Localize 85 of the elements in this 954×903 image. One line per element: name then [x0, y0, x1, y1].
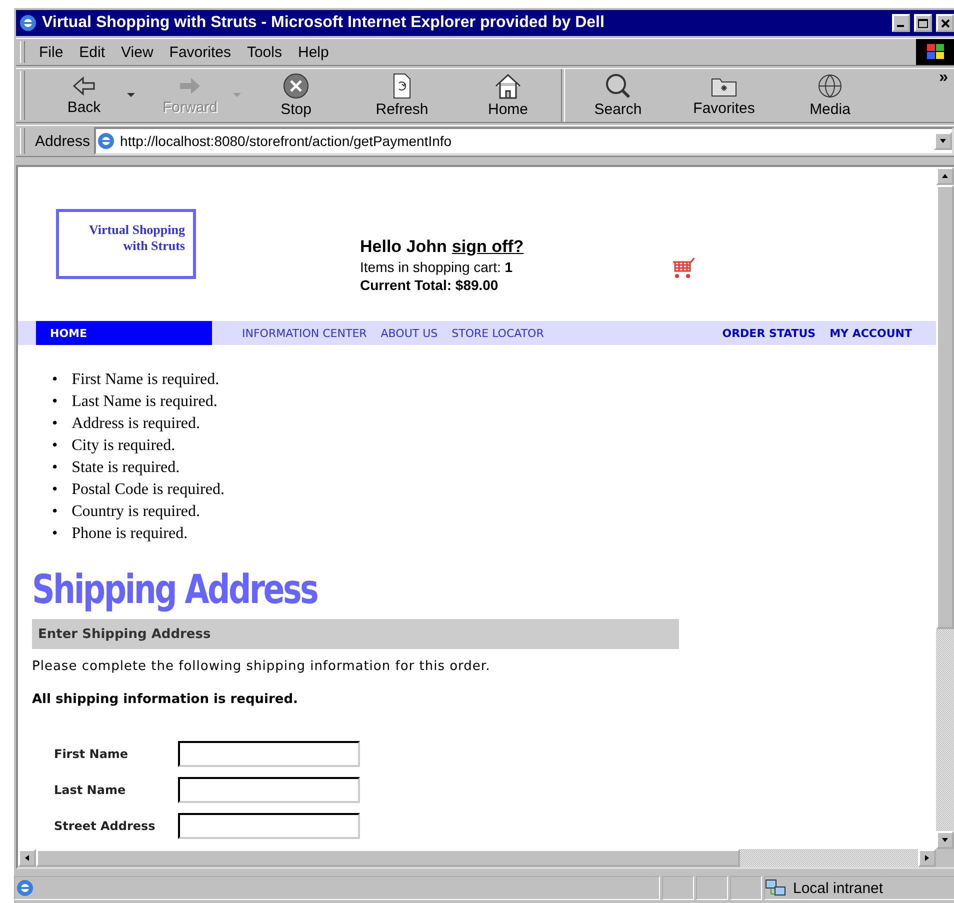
network-icon: [765, 878, 787, 898]
toolbar-button[interactable]: Back: [31, 71, 137, 120]
right-arrow-icon: [923, 854, 931, 862]
address-field[interactable]: http://localhost:8080/storefront/action/getPaymentInfo: [94, 127, 954, 155]
intro-text: Please complete the following shipping information for this order.: [32, 659, 492, 674]
status-panel: [730, 876, 762, 900]
more-chevron[interactable]: »: [939, 69, 948, 87]
text-input[interactable]: [178, 741, 360, 767]
section-header: Enter Shipping Address: [32, 619, 679, 649]
toolbar-button[interactable]: Media: [777, 69, 883, 122]
bullet: •: [52, 524, 58, 544]
stop-icon: [283, 73, 309, 99]
field-label: First Name: [54, 747, 130, 761]
toolbar-button[interactable]: Favorites: [671, 70, 777, 121]
error-message: City is required.: [72, 436, 176, 456]
error-message: Last Name is required.: [72, 392, 218, 412]
toolbar-button[interactable]: Refresh: [349, 69, 455, 122]
browser-logo-icon: [18, 13, 38, 33]
horizontal-scrollbar[interactable]: [18, 849, 936, 867]
nav-tab[interactable]: HOME: [36, 321, 212, 345]
text-input[interactable]: [178, 777, 360, 803]
windows-logo-icon: [916, 39, 954, 65]
status-panel: [696, 876, 728, 900]
close-button[interactable]: [936, 14, 954, 32]
bullet: •: [52, 480, 58, 500]
required-note: All shipping information is required.: [32, 692, 299, 707]
left-arrow-icon: [71, 75, 97, 97]
greeting: Hello John: [360, 237, 447, 257]
bullet: •: [52, 370, 58, 390]
search-icon: [604, 73, 632, 99]
error-message: Phone is required.: [72, 524, 188, 544]
vertical-scrollbar[interactable]: [936, 167, 954, 849]
error-message: First Name is required.: [72, 370, 220, 390]
bullet: •: [52, 392, 58, 412]
maximize-icon: [918, 18, 928, 28]
toolbar-button[interactable]: Search: [565, 69, 671, 122]
dropdown-button[interactable]: [934, 132, 952, 150]
menu-item[interactable]: View: [113, 40, 162, 64]
status-panel: [662, 876, 694, 900]
caret-icon[interactable]: [127, 93, 135, 98]
menu-item[interactable]: Favorites: [161, 40, 239, 64]
bullet: •: [52, 458, 58, 478]
down-arrow-icon: [941, 836, 949, 844]
bullet: •: [52, 436, 58, 456]
sign-off-link[interactable]: sign off?: [452, 237, 524, 257]
bullet: •: [52, 502, 58, 522]
zone-label: Local intranet: [793, 880, 884, 896]
maximize-button[interactable]: [914, 14, 932, 32]
error-message: State is required.: [72, 458, 180, 478]
toolbar-button[interactable]: Home: [455, 69, 561, 122]
error-message: Address is required.: [72, 414, 200, 434]
field-label: Last Name: [54, 783, 127, 797]
up-arrow-icon: [941, 172, 949, 180]
error-message: Postal Code is required.: [72, 480, 224, 500]
error-message: Country is required.: [72, 502, 200, 522]
menu-item[interactable]: Edit: [71, 40, 114, 64]
nav-link[interactable]: INFORMATION CENTER: [242, 326, 367, 340]
nav-link[interactable]: ORDER STATUS: [722, 326, 816, 340]
site-logo: Virtual Shopping with Struts: [56, 209, 196, 279]
shopping-cart-icon[interactable]: [672, 257, 696, 281]
current-total: Current Total: $89.00: [360, 277, 500, 293]
globe-icon: [816, 73, 844, 99]
page-heading: Shipping Address: [32, 567, 318, 613]
refresh-page-icon: [391, 73, 413, 99]
nav-link[interactable]: ABOUT US: [380, 326, 438, 340]
cart-count-text: Items in shopping cart: 1: [360, 259, 514, 275]
down-arrow-icon: [939, 137, 947, 145]
text-input[interactable]: [178, 813, 360, 839]
house-icon: [494, 73, 522, 99]
field-label: Street Address: [54, 819, 156, 833]
left-arrow-icon: [23, 854, 31, 862]
minimize-button[interactable]: [892, 14, 910, 32]
menu-item[interactable]: File: [31, 40, 72, 64]
page-icon: [96, 131, 116, 151]
bullet: •: [52, 414, 58, 434]
close-icon: [940, 18, 950, 28]
toolbar-button[interactable]: Stop: [243, 69, 349, 122]
page-status-icon: [15, 878, 35, 898]
nav-link[interactable]: STORE LOCATOR: [452, 326, 544, 340]
window-title: Virtual Shopping with Struts - Microsoft Internet Explorer provided by Dell: [42, 14, 606, 32]
menu-item[interactable]: Help: [290, 40, 337, 64]
address-label: Address: [34, 132, 92, 150]
nav-link[interactable]: MY ACCOUNT: [830, 326, 912, 340]
menu-item[interactable]: Tools: [238, 40, 290, 64]
scrollbar-corner: [936, 849, 954, 867]
